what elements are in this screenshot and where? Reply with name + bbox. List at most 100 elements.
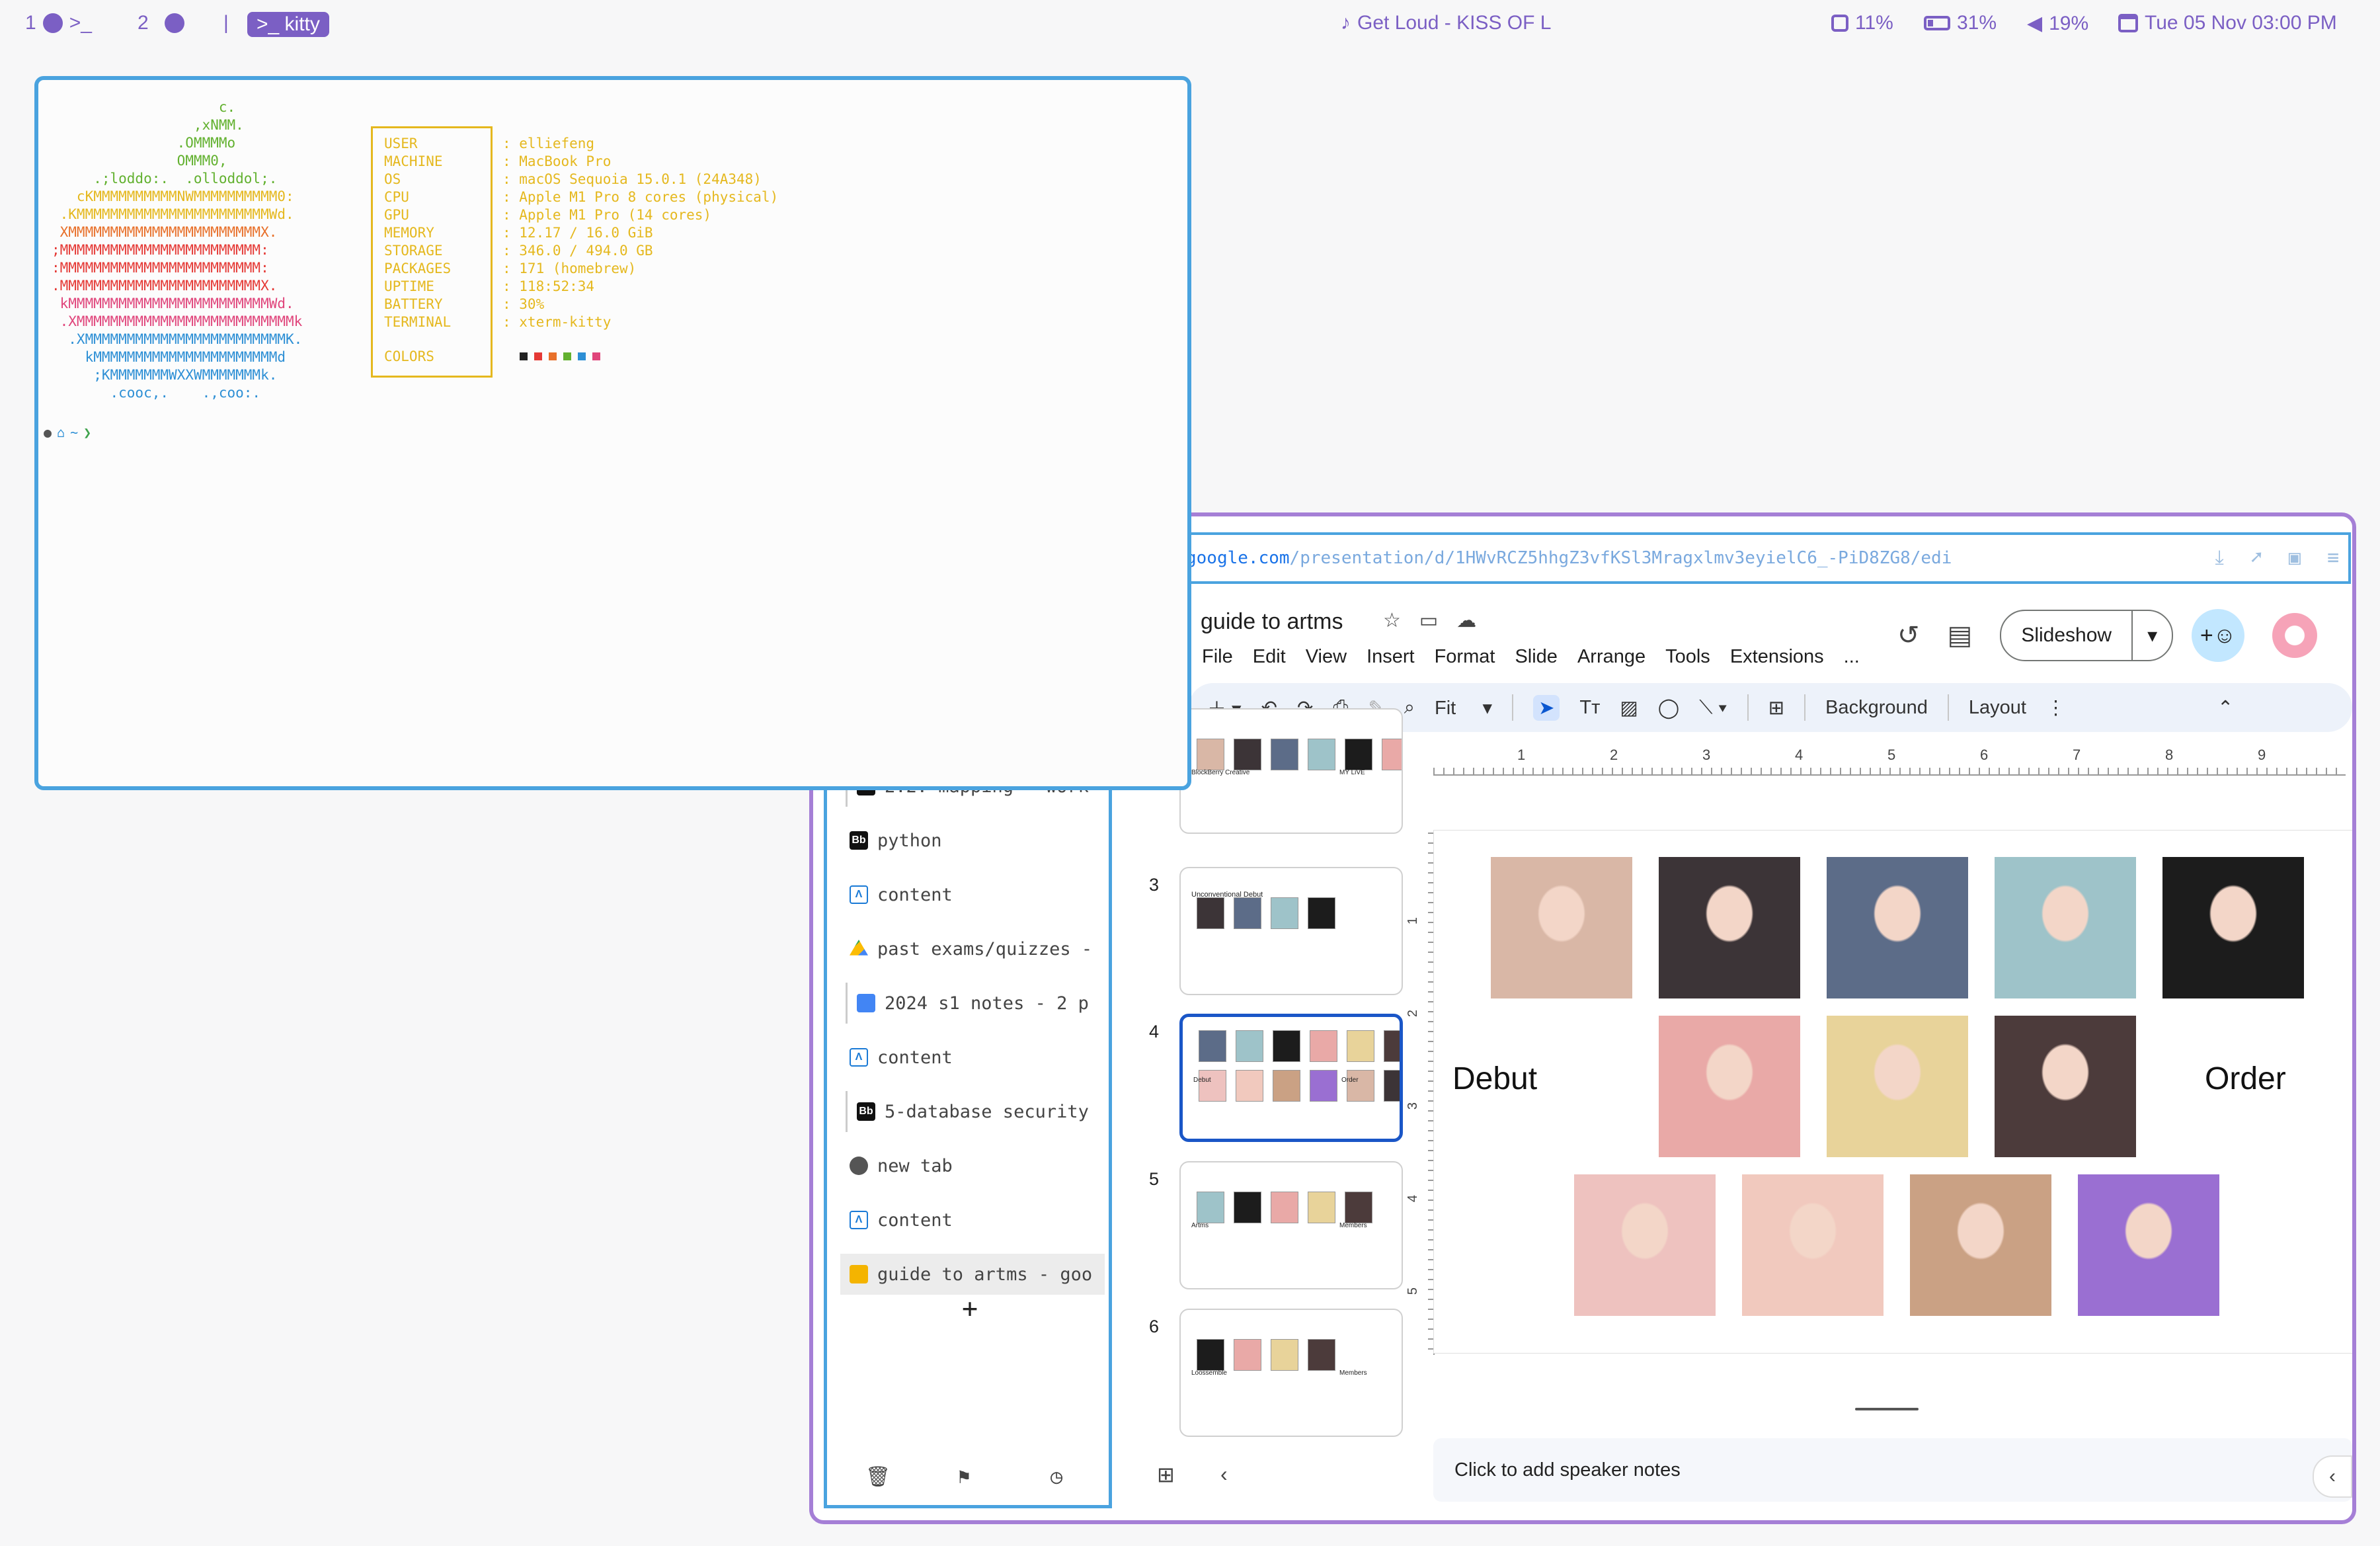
download-icon[interactable]: ⤓ bbox=[2215, 535, 2224, 581]
grid-view-icon[interactable]: ⊞ bbox=[1157, 1462, 1175, 1487]
trash-icon[interactable]: 🗑 bbox=[865, 1465, 891, 1488]
tab-item[interactable]: new tab bbox=[840, 1145, 1105, 1186]
move-folder-icon[interactable]: ▭ bbox=[1419, 609, 1438, 632]
now-playing[interactable]: Get Loud - KISS OF L bbox=[1357, 12, 1551, 34]
separator: | bbox=[223, 12, 229, 34]
thumb-label: Artms bbox=[1191, 1222, 1209, 1229]
member-photo[interactable] bbox=[1827, 857, 1968, 998]
cpu-usage[interactable]: 11% bbox=[1855, 12, 1893, 34]
member-photo[interactable] bbox=[2078, 1174, 2219, 1316]
slideshow-button[interactable]: Slideshow ▾ bbox=[2000, 610, 2174, 661]
image-icon[interactable]: ▨ bbox=[1620, 696, 1638, 719]
focused-app-pill[interactable]: >_ kitty bbox=[247, 12, 329, 37]
shape-icon[interactable]: ◯ bbox=[1658, 696, 1679, 719]
info-key: MACHINE bbox=[384, 153, 443, 169]
menu-item[interactable]: Tools bbox=[1665, 646, 1710, 668]
member-photo[interactable] bbox=[1827, 1016, 1968, 1157]
shell-prompt[interactable]: ● ⌂ ~ ❯ bbox=[44, 424, 91, 442]
notes-resize-handle[interactable] bbox=[1855, 1408, 1919, 1410]
text-box-icon[interactable]: Tт bbox=[1579, 697, 1600, 719]
workspace-2[interactable]: 2 bbox=[138, 12, 149, 34]
tab-item[interactable]: Λcontent bbox=[840, 1200, 1105, 1241]
background-button[interactable]: Background bbox=[1825, 697, 1928, 719]
member-photo[interactable] bbox=[1910, 1174, 2051, 1316]
member-photo[interactable] bbox=[2162, 857, 2304, 998]
collapse-toolbar-icon[interactable]: ⌃ bbox=[2217, 696, 2233, 719]
avatar[interactable] bbox=[2272, 613, 2318, 658]
speaker-notes[interactable]: Click to add speaker notes bbox=[1433, 1438, 2352, 1502]
menu-item[interactable]: File bbox=[1202, 646, 1233, 668]
bb-favicon-icon: Bb bbox=[857, 1102, 875, 1121]
slide-thumbnail[interactable]: BlockBerry Creative MY LiVE bbox=[1179, 708, 1403, 834]
zoom-select[interactable]: Fit ▾ bbox=[1435, 696, 1492, 719]
select-icon[interactable]: ➤ bbox=[1533, 694, 1560, 721]
history-icon[interactable]: ◷ bbox=[1051, 1465, 1062, 1488]
info-value: : 30% bbox=[502, 296, 545, 312]
ruler-h-number: 3 bbox=[1702, 747, 1711, 763]
info-key: TERMINAL bbox=[384, 314, 452, 330]
member-photo[interactable] bbox=[1659, 857, 1800, 998]
comment-add-icon[interactable]: ⊞ bbox=[1768, 696, 1784, 719]
terminal-app-icon bbox=[42, 13, 63, 33]
member-photo[interactable] bbox=[1659, 1016, 1800, 1157]
menu-item[interactable]: ... bbox=[1844, 646, 1860, 668]
thumbnail-photo bbox=[1197, 739, 1224, 770]
layout-button[interactable]: Layout bbox=[1969, 697, 2026, 719]
tab-item[interactable]: guide to artms - goo bbox=[840, 1254, 1105, 1295]
ruler-h-number: 4 bbox=[1795, 747, 1804, 763]
slide-canvas[interactable]: Debut Order bbox=[1433, 830, 2352, 1354]
tab-item[interactable]: Λcontent bbox=[840, 874, 1105, 915]
slide-label-debut[interactable]: Debut bbox=[1452, 1061, 1537, 1097]
tab-item[interactable]: Λcontent bbox=[840, 1037, 1105, 1078]
line-icon[interactable]: ⟍ ▾ bbox=[1699, 697, 1727, 719]
menu-item[interactable]: View bbox=[1306, 646, 1347, 668]
thumb-label: Members bbox=[1339, 1369, 1367, 1377]
version-history-icon[interactable]: ↺ bbox=[1897, 620, 1920, 651]
thumbnail-photo bbox=[1273, 1070, 1300, 1102]
member-photo[interactable] bbox=[1995, 857, 2136, 998]
tab-item[interactable]: Bb 5-database security bbox=[846, 1091, 1110, 1132]
star-icon[interactable]: ☆ bbox=[1383, 609, 1401, 632]
tab-item[interactable]: past exams/quizzes - bbox=[840, 928, 1105, 969]
slide-thumbnail[interactable]: Artms Members bbox=[1179, 1161, 1403, 1289]
chevron-down-icon[interactable]: ▾ bbox=[2131, 611, 2172, 660]
more-options-icon[interactable]: ⋮ bbox=[2046, 696, 2065, 719]
zoom-icon[interactable]: ⌕ bbox=[1404, 697, 1415, 719]
comments-icon[interactable]: ▤ bbox=[1948, 620, 1973, 651]
thumbnail-photo bbox=[1310, 1030, 1337, 1062]
extension-icon[interactable]: ▣ bbox=[2289, 535, 2301, 581]
menu-item[interactable]: Slide bbox=[1515, 646, 1558, 668]
slide-label-order[interactable]: Order bbox=[2205, 1061, 2286, 1097]
menu-item[interactable]: Insert bbox=[1367, 646, 1415, 668]
member-photo[interactable] bbox=[1995, 1016, 2136, 1157]
volume-level[interactable]: 19% bbox=[2049, 13, 2088, 35]
kitty-terminal-window[interactable]: c. ,xNMM. .OMMMMo OMMM0, .;loddo:. .ollo… bbox=[34, 76, 1191, 790]
menu-item[interactable]: Arrange bbox=[1577, 646, 1646, 668]
clock[interactable]: Tue 05 Nov 03:00 PM bbox=[2145, 12, 2337, 34]
member-photo[interactable] bbox=[1491, 857, 1632, 998]
tab-item[interactable]: Bb python bbox=[840, 820, 1105, 861]
slide-thumbnail[interactable]: Unconventional Debut bbox=[1179, 867, 1403, 995]
slide-thumbnail[interactable]: Debut Order bbox=[1179, 1014, 1403, 1142]
menu-icon[interactable]: ≡ bbox=[2327, 535, 2339, 581]
menu-item[interactable]: Edit bbox=[1253, 646, 1286, 668]
workspace-1[interactable]: 1 bbox=[25, 12, 36, 34]
document-title[interactable]: guide to artms bbox=[1201, 609, 1343, 635]
member-photo[interactable] bbox=[1574, 1174, 1716, 1316]
apple-icon: ● bbox=[44, 425, 52, 440]
tab-item[interactable]: 2024 s1 notes - 2 p bbox=[846, 983, 1110, 1024]
menu-item[interactable]: Extensions bbox=[1730, 646, 1824, 668]
member-photo[interactable] bbox=[1742, 1174, 1884, 1316]
menu-item[interactable]: Format bbox=[1435, 646, 1495, 668]
logo-line: c. bbox=[52, 99, 236, 115]
chevron-left-icon[interactable]: ‹ bbox=[1220, 1462, 1228, 1486]
slide-thumbnail[interactable]: Loossemble Members bbox=[1179, 1309, 1403, 1437]
share-button[interactable]: +☺ bbox=[2192, 609, 2245, 662]
side-panel-toggle[interactable]: ‹ bbox=[2313, 1455, 2352, 1498]
bookmark-icon[interactable]: ⚑ bbox=[958, 1465, 970, 1488]
tab-label: content bbox=[877, 1209, 953, 1231]
url-bar[interactable]: google.com/presentation/d/1HWvRCZ5hhgZ3v… bbox=[1183, 532, 2351, 584]
battery-level[interactable]: 31% bbox=[1957, 12, 1997, 34]
new-tab-button[interactable]: + bbox=[962, 1293, 978, 1324]
share-icon[interactable]: ➚ bbox=[2250, 535, 2262, 581]
